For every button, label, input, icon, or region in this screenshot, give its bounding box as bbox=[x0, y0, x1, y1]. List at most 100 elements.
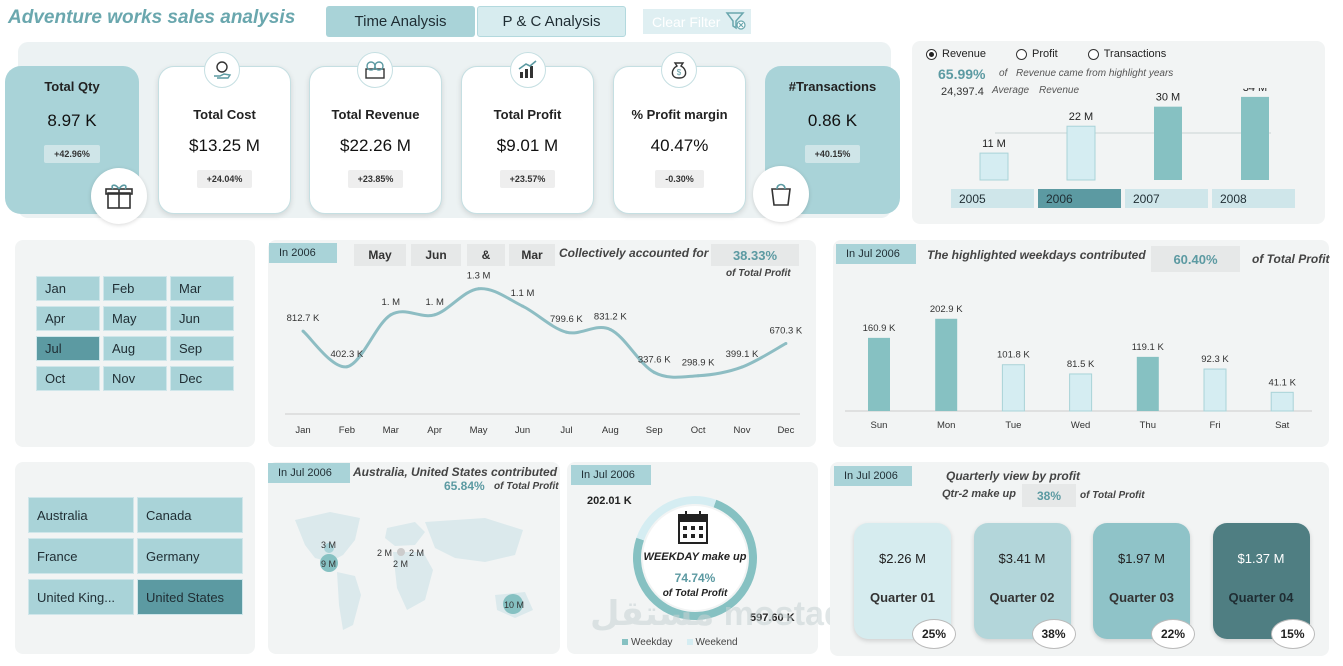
kpi-value: 0.86 K bbox=[807, 111, 858, 130]
weekday-bar bbox=[1136, 356, 1159, 411]
month-button-jun[interactable]: Jun bbox=[170, 306, 234, 331]
year-button-2005[interactable]: 2005 bbox=[951, 189, 1034, 208]
country-button-germany[interactable]: Germany bbox=[137, 538, 243, 574]
tab-time-analysis[interactable]: Time Analysis bbox=[326, 6, 475, 37]
line-point bbox=[301, 329, 305, 333]
x-tick-label: Jun bbox=[515, 425, 530, 436]
kpi-change-badge: +24.04% bbox=[196, 170, 253, 188]
monthly-text: Collectively accounted for bbox=[559, 246, 709, 260]
month-button-apr[interactable]: Apr bbox=[36, 306, 100, 331]
quarter-value: $2.26 M bbox=[879, 551, 926, 566]
weekday-bar bbox=[1001, 364, 1025, 412]
year-bar-label: 22 M bbox=[1069, 111, 1093, 123]
radio-label: Revenue bbox=[942, 48, 987, 60]
radio-profit[interactable]: Profit bbox=[1016, 48, 1058, 60]
dashboard-title: Adventure works sales analysis bbox=[8, 7, 296, 28]
map-bubble-label: 10 M bbox=[504, 600, 524, 610]
kpi-change-badge: +23.85% bbox=[347, 170, 404, 188]
quarterly-pct: 38% bbox=[1022, 484, 1076, 507]
month-button-jan[interactable]: Jan bbox=[36, 276, 100, 301]
weekday-bar-label: 160.9 K bbox=[863, 323, 896, 334]
month-button-feb[interactable]: Feb bbox=[103, 276, 167, 301]
x-tick-label: Tue bbox=[1005, 420, 1021, 431]
line-data-label: 337.6 K bbox=[638, 354, 671, 365]
quarter-pct-badge: 15% bbox=[1270, 619, 1315, 649]
x-tick-label: Oct bbox=[691, 425, 706, 436]
x-tick-label: Apr bbox=[427, 425, 442, 436]
kpi-label: Total Revenue bbox=[331, 107, 420, 122]
x-tick-label: Sun bbox=[871, 420, 888, 431]
x-tick-label: Dec bbox=[777, 425, 794, 436]
radio-label: Transactions bbox=[1103, 48, 1167, 60]
legend-label: Weekday bbox=[631, 637, 673, 648]
coins-icon bbox=[357, 52, 393, 88]
x-tick-label: Jan bbox=[295, 425, 310, 436]
quarterly-sub-prefix: Qtr-2 make up bbox=[942, 488, 1016, 500]
weekday-bar bbox=[1203, 368, 1227, 412]
country-button-canada[interactable]: Canada bbox=[137, 497, 243, 533]
weekday-bar bbox=[1270, 391, 1294, 412]
weekday-bar bbox=[935, 318, 958, 411]
donut-pct: 74.74% bbox=[674, 571, 716, 585]
month-button-nov[interactable]: Nov bbox=[103, 366, 167, 391]
x-tick-label: Feb bbox=[339, 425, 355, 436]
tab-pc-analysis[interactable]: P & C Analysis bbox=[477, 6, 626, 37]
month-button-jul[interactable]: Jul bbox=[36, 336, 100, 361]
line-data-label: 1.3 M bbox=[467, 271, 491, 282]
kpi-change-badge: +23.57% bbox=[499, 170, 556, 188]
x-tick-label: Sep bbox=[646, 425, 663, 436]
kpi-change-badge: +40.15% bbox=[804, 145, 861, 163]
x-tick-label: Sat bbox=[1275, 420, 1290, 431]
month-slicer: Jan Feb Mar Apr May Jun Jul Aug Sep Oct Nov Dec bbox=[36, 276, 234, 391]
line-point bbox=[521, 304, 524, 308]
quarter-label: Quarter 02 bbox=[989, 590, 1055, 605]
year-bar-label: 30 M bbox=[1156, 92, 1180, 104]
country-button-united-states[interactable]: United States bbox=[137, 579, 243, 615]
line-data-label: 1.1 M bbox=[511, 288, 535, 299]
yearly-bar-chart: 11 M 22 M 30 M 34 M bbox=[979, 88, 1271, 181]
radio-revenue[interactable]: Revenue bbox=[926, 48, 986, 60]
kpi-total-cost: Total Cost $13.25 M +24.04% bbox=[158, 66, 291, 214]
x-tick-label: Mar bbox=[383, 425, 399, 436]
month-button-mar[interactable]: Mar bbox=[170, 276, 234, 301]
line-point bbox=[696, 374, 700, 378]
weekday-bar-label: 119.1 K bbox=[1132, 342, 1165, 353]
kpi-label: % Profit margin bbox=[631, 107, 728, 122]
year-button-2007[interactable]: 2007 bbox=[1125, 189, 1208, 208]
line-point bbox=[784, 341, 788, 345]
line-data-label: 1. M bbox=[382, 297, 401, 308]
highlight-pct: 65.99% bbox=[938, 66, 986, 82]
map-bubble-label: 9 M bbox=[321, 559, 336, 569]
kpi-label: Total Cost bbox=[193, 107, 256, 122]
line-point bbox=[433, 313, 437, 317]
month-button-may[interactable]: May bbox=[103, 306, 167, 331]
year-button-2006[interactable]: 2006 bbox=[1038, 189, 1121, 208]
clear-filter-button[interactable]: Clear Filter bbox=[643, 9, 751, 34]
month-button-aug[interactable]: Aug bbox=[103, 336, 167, 361]
year-bar bbox=[1154, 106, 1182, 180]
month-chip: May bbox=[354, 244, 406, 266]
radio-transactions[interactable]: Transactions bbox=[1087, 48, 1167, 60]
kpi-label: Total Qty bbox=[44, 79, 100, 94]
svg-text:$: $ bbox=[677, 68, 682, 77]
donut-center-text: WEEKDAY make up bbox=[643, 551, 747, 563]
highlight-of: of bbox=[999, 68, 1008, 79]
quarter-pct-badge: 38% bbox=[1031, 619, 1076, 649]
country-button-france[interactable]: France bbox=[28, 538, 134, 574]
x-tick-label: Fri bbox=[1209, 420, 1220, 431]
month-button-oct[interactable]: Oct bbox=[36, 366, 100, 391]
x-tick-label: May bbox=[470, 425, 488, 436]
month-button-dec[interactable]: Dec bbox=[170, 366, 234, 391]
x-tick-label: Nov bbox=[734, 425, 751, 436]
kpi-value: 40.47% bbox=[650, 136, 709, 155]
country-button-australia[interactable]: Australia bbox=[28, 497, 134, 533]
weekday-bar-label: 101.8 K bbox=[997, 350, 1030, 361]
line-point bbox=[740, 365, 744, 369]
radio-dot bbox=[1087, 48, 1099, 60]
line-data-label: 399.1 K bbox=[726, 349, 759, 360]
year-button-2008[interactable]: 2008 bbox=[1212, 189, 1295, 208]
country-button-united-king-[interactable]: United King... bbox=[28, 579, 134, 615]
year-bar-label: 11 M bbox=[982, 138, 1006, 150]
legend-weekday: Weekday bbox=[622, 637, 673, 648]
month-button-sep[interactable]: Sep bbox=[170, 336, 234, 361]
